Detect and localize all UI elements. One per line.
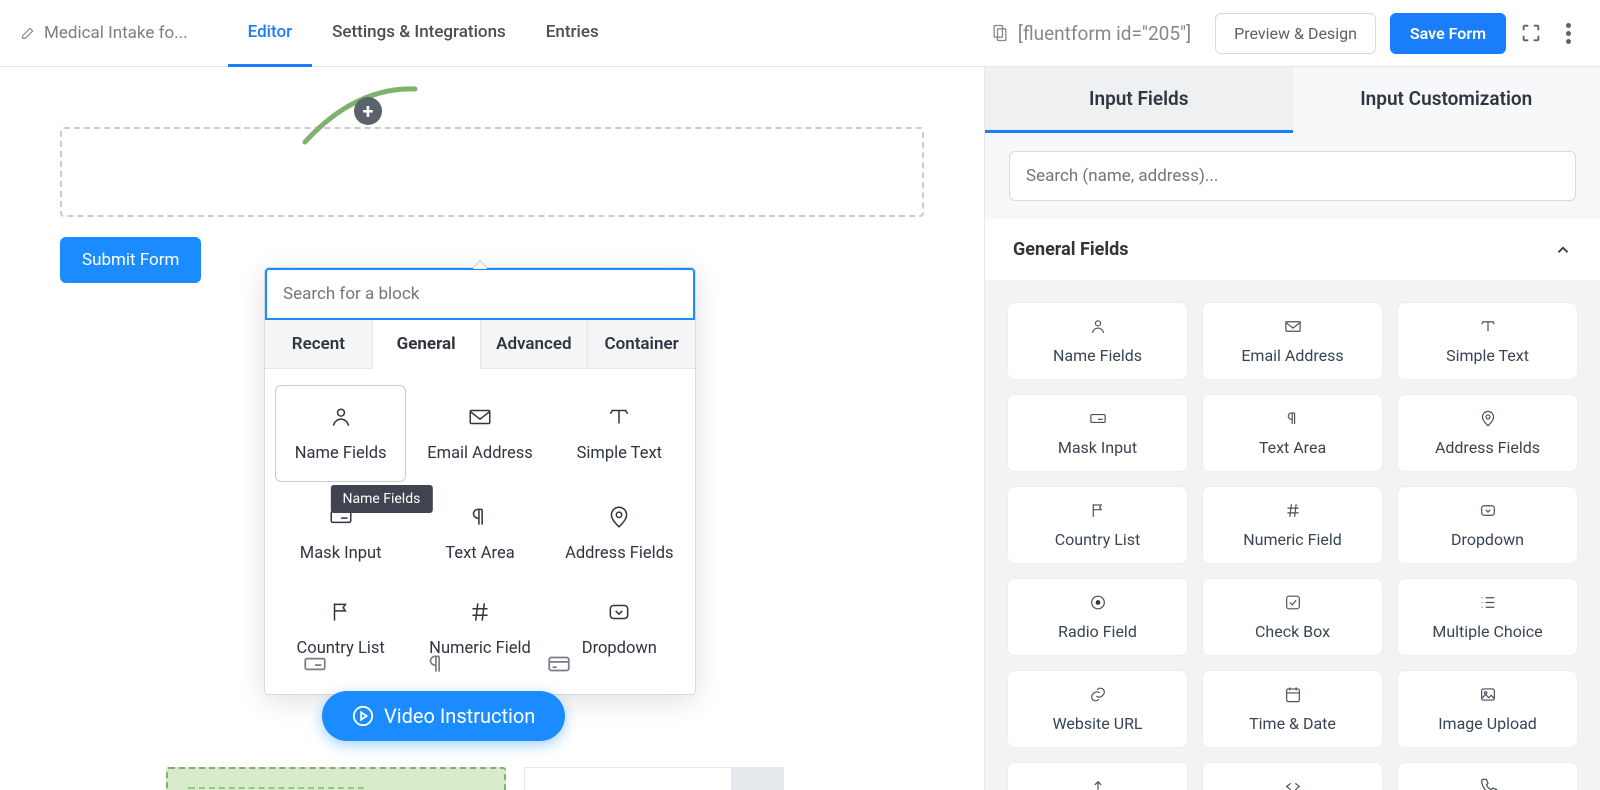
preview-green-zone [166, 767, 506, 790]
paragraph-icon [467, 504, 493, 530]
block-email[interactable]: Email Address [410, 381, 549, 486]
mail-icon [1283, 317, 1303, 336]
canvas-area: + Submit Form Recent General Advanced Co… [0, 67, 984, 790]
card-icon [546, 651, 572, 677]
bottom-preview-strip [166, 767, 784, 790]
hash-icon [467, 599, 493, 625]
peek-row [302, 651, 572, 677]
dropdown-icon [606, 599, 632, 625]
section-title: General Fields [1013, 239, 1128, 260]
paragraph-icon [1283, 409, 1303, 428]
popup-tab-recent[interactable]: Recent [265, 320, 373, 369]
popup-block-grid: Name Fields Name Fields Email Address Si… [265, 369, 695, 694]
field-numeric[interactable]: Numeric Field [1202, 486, 1383, 564]
fullscreen-button[interactable] [1520, 22, 1542, 44]
block-label: Name Fields [295, 444, 387, 463]
text-icon [606, 404, 632, 430]
nav-settings[interactable]: Settings & Integrations [312, 0, 526, 67]
sidebar-tab-input-fields[interactable]: Input Fields [985, 67, 1293, 133]
preview-button[interactable]: Preview & Design [1215, 13, 1376, 54]
calendar-icon [1283, 685, 1303, 704]
dot-icon [1566, 23, 1571, 28]
preview-white-card [524, 767, 784, 790]
block-search-input[interactable] [265, 268, 695, 320]
play-icon [352, 705, 374, 727]
pin-icon [606, 504, 632, 530]
sidebar-field-grid: Name Fields Email Address Simple Text Ma… [985, 280, 1600, 790]
field-checkbox[interactable]: Check Box [1202, 578, 1383, 656]
field-country[interactable]: Country List [1007, 486, 1188, 564]
topbar: Medical Intake fo... Editor Settings & I… [0, 0, 1600, 67]
nav-editor[interactable]: Editor [228, 0, 312, 67]
user-icon [328, 404, 354, 430]
shortcode-text: [fluentform id="205"] [1018, 22, 1191, 45]
block-simple-text[interactable]: Simple Text [550, 381, 689, 486]
sidebar-section-general-fields[interactable]: General Fields [985, 219, 1600, 280]
sidebar-tab-input-customization[interactable]: Input Customization [1293, 67, 1600, 133]
radio-icon [1088, 593, 1108, 612]
popup-tabs: Recent General Advanced Container [265, 320, 695, 369]
copy-icon [990, 23, 1010, 43]
video-instruction-button[interactable]: Video Instruction [322, 691, 565, 741]
dropdown-icon [1478, 501, 1498, 520]
mail-icon [467, 404, 493, 430]
field-textarea[interactable]: Text Area [1202, 394, 1383, 472]
field-email[interactable]: Email Address [1202, 302, 1383, 380]
hash-icon [1283, 501, 1303, 520]
image-icon [1478, 685, 1498, 704]
add-block-button[interactable]: + [354, 97, 382, 125]
text-icon [1478, 317, 1498, 336]
list-icon [1478, 593, 1498, 612]
chevron-up-icon [1554, 241, 1572, 259]
field-image[interactable]: Image Upload [1397, 670, 1578, 748]
keyboard-icon [302, 651, 328, 677]
phone-icon [1478, 777, 1498, 790]
upload-icon [1088, 777, 1108, 790]
submit-button[interactable]: Submit Form [60, 237, 201, 283]
drop-zone[interactable] [60, 127, 924, 217]
field-radio[interactable]: Radio Field [1007, 578, 1188, 656]
tooltip: Name Fields [330, 485, 432, 513]
expand-icon [1520, 22, 1542, 44]
form-title-text: Medical Intake fo... [44, 23, 188, 43]
field-multiple[interactable]: Multiple Choice [1397, 578, 1578, 656]
sidebar-search-input[interactable] [1009, 151, 1576, 201]
pencil-icon [20, 25, 36, 41]
block-name-fields[interactable]: Name Fields Name Fields [275, 385, 406, 482]
popup-tab-advanced[interactable]: Advanced [481, 320, 589, 369]
sidebar-right: Input Fields Input Customization General… [984, 67, 1600, 790]
field-html[interactable]: Custom HTML [1202, 762, 1383, 790]
field-name[interactable]: Name Fields [1007, 302, 1188, 380]
field-phone[interactable]: Phone/Mobile Field [1397, 762, 1578, 790]
code-icon [1283, 777, 1303, 790]
nav-entries[interactable]: Entries [526, 0, 619, 67]
block-address[interactable]: Address Fields [550, 486, 689, 581]
shortcode-display[interactable]: [fluentform id="205"] [980, 16, 1201, 51]
field-dropdown[interactable]: Dropdown [1397, 486, 1578, 564]
save-button[interactable]: Save Form [1390, 13, 1506, 54]
field-mask[interactable]: Mask Input [1007, 394, 1188, 472]
flag-icon [328, 599, 354, 625]
link-icon [1088, 685, 1108, 704]
field-simple-text[interactable]: Simple Text [1397, 302, 1578, 380]
top-nav: Editor Settings & Integrations Entries [228, 0, 619, 67]
user-icon [1088, 317, 1108, 336]
pin-icon [1478, 409, 1498, 428]
popup-tab-container[interactable]: Container [588, 320, 695, 369]
keyboard-icon [1088, 409, 1108, 428]
sidebar-tabs: Input Fields Input Customization [985, 67, 1600, 133]
popup-tab-general[interactable]: General [373, 320, 481, 369]
field-address[interactable]: Address Fields [1397, 394, 1578, 472]
block-picker-popup: Recent General Advanced Container Name F… [264, 267, 696, 695]
more-menu-button[interactable] [1556, 23, 1580, 44]
field-file[interactable]: File Upload [1007, 762, 1188, 790]
field-url[interactable]: Website URL [1007, 670, 1188, 748]
check-icon [1283, 593, 1303, 612]
form-title[interactable]: Medical Intake fo... [20, 23, 188, 43]
flag-icon [1088, 501, 1108, 520]
field-date[interactable]: Time & Date [1202, 670, 1383, 748]
paragraph-icon [424, 651, 450, 677]
